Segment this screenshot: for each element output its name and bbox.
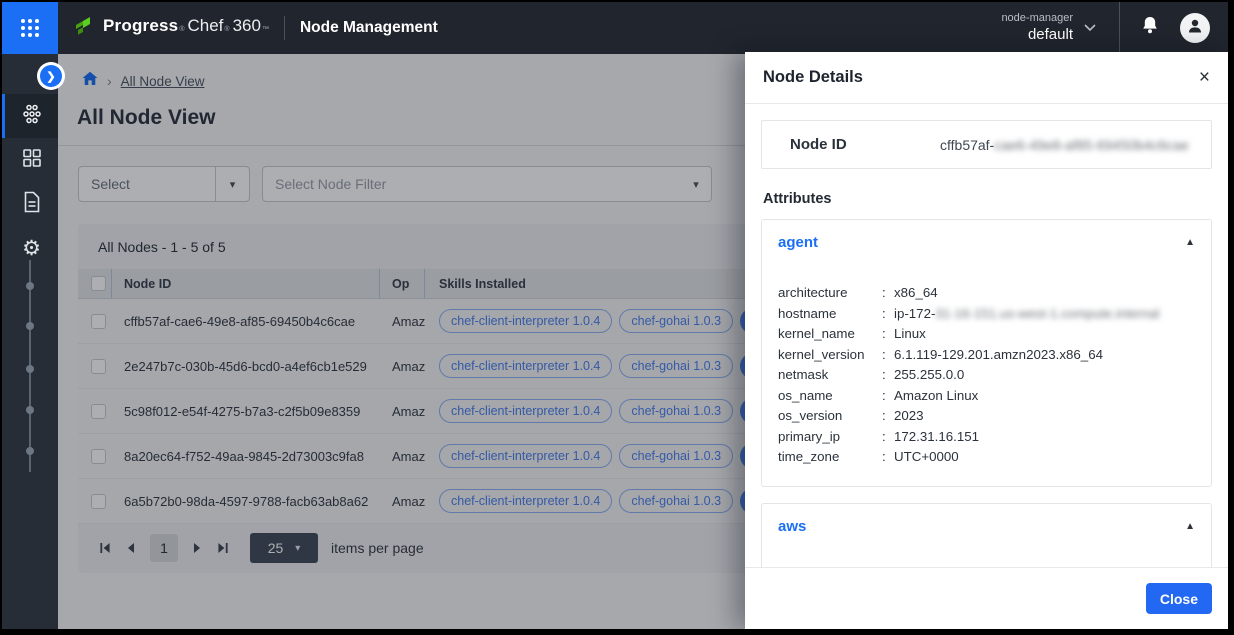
attribute-row: time_zone:UTC+0000: [778, 447, 1195, 468]
attribute-section-agent: agent ▲ architecture:x86_64 hostname:ip-…: [761, 219, 1212, 487]
attr-colon: :: [882, 283, 894, 304]
attr-key: os_version: [778, 406, 882, 427]
app-launcher-button[interactable]: [2, 2, 58, 54]
attr-value: Linux: [894, 324, 926, 345]
close-icon[interactable]: ×: [1199, 68, 1210, 87]
attr-key: netmask: [778, 365, 882, 386]
brand-progress-text: Progress: [103, 16, 178, 36]
topbar-divider: [284, 16, 285, 40]
attribute-row: hostname:ip-172-31-16-151.us-west-1.comp…: [778, 304, 1195, 325]
node-id-field: Node ID cffb57af-cae6-49e8-af85-69450b4c…: [761, 120, 1212, 169]
collapse-caret-icon[interactable]: ▲: [1185, 237, 1195, 248]
attr-value: 2023: [894, 406, 924, 427]
timeline-dot: [26, 282, 34, 290]
progress-chevron-logo-icon: [74, 16, 96, 41]
progress-timeline: [29, 260, 31, 472]
attr-colon: :: [882, 427, 894, 448]
grid-squares-icon: [22, 148, 42, 173]
drawer-title: Node Details: [763, 68, 863, 87]
attr-colon: :: [882, 365, 894, 386]
attr-colon: :: [882, 345, 894, 366]
attr-colon: :: [882, 324, 894, 345]
attribute-row: primary_ip:172.31.16.151: [778, 427, 1195, 448]
app-window: Progress® Chef® 360™ Node Management nod…: [2, 2, 1228, 629]
section-header-agent[interactable]: agent ▲: [778, 234, 1195, 251]
nodes-cluster-icon: [21, 103, 43, 130]
trademark-mark: ™: [262, 26, 269, 33]
attribute-row: os_version:2023: [778, 406, 1195, 427]
timeline-dot: [26, 365, 34, 373]
expand-sidebar-button[interactable]: ❯: [40, 65, 62, 87]
attr-key: architecture: [778, 283, 882, 304]
attr-value: ip-172-31-16-151.us-west-1.compute.inter…: [894, 304, 1159, 325]
drawer-body: Node ID cffb57af-cae6-49e8-af85-69450b4c…: [745, 104, 1228, 567]
attribute-row: os_name:Amazon Linux: [778, 386, 1195, 407]
node-details-drawer: Node Details × Node ID cffb57af-cae6-49e…: [745, 52, 1228, 629]
timeline-dot: [26, 322, 34, 330]
attr-key: primary_ip: [778, 427, 882, 448]
sidebar-item-nodes[interactable]: [2, 94, 58, 138]
sidebar-item-documents[interactable]: [2, 182, 58, 226]
person-icon: [1186, 17, 1204, 40]
node-id-visible-part: cffb57af-: [940, 137, 994, 153]
attr-value: UTC+0000: [894, 447, 959, 468]
drawer-footer: Close: [745, 567, 1228, 629]
attr-value: 6.1.119-129.201.amzn2023.x86_64: [894, 345, 1103, 366]
document-icon: [23, 191, 41, 218]
attr-colon: :: [882, 304, 894, 325]
bell-icon: [1140, 15, 1160, 42]
attr-colon: :: [882, 447, 894, 468]
attr-key: hostname: [778, 304, 882, 325]
screenshot-frame: Progress® Chef® 360™ Node Management nod…: [0, 0, 1234, 635]
node-id-label: Node ID: [790, 136, 940, 153]
user-avatar-button[interactable]: [1180, 13, 1210, 43]
tenant-label: node-manager: [1001, 12, 1073, 26]
top-bar: Progress® Chef® 360™ Node Management nod…: [2, 2, 1228, 54]
attr-key: os_name: [778, 386, 882, 407]
attribute-row: kernel_version:6.1.119-129.201.amzn2023.…: [778, 345, 1195, 366]
close-button[interactable]: Close: [1146, 583, 1212, 614]
attribute-section-aws: aws ▲: [761, 503, 1212, 568]
attr-key: time_zone: [778, 447, 882, 468]
gear-icon: ⚙: [22, 238, 41, 259]
attr-value-visible: ip-172-: [894, 306, 935, 321]
node-id-value: cffb57af-cae6-49e8-af85-69450b4c6cae: [940, 137, 1189, 153]
section-name-agent[interactable]: agent: [778, 234, 818, 251]
attr-colon: :: [882, 406, 894, 427]
tenant-switcher[interactable]: node-manager default: [1001, 12, 1097, 45]
attr-key: kernel_version: [778, 345, 882, 366]
section-name-aws[interactable]: aws: [778, 518, 806, 535]
attr-key: kernel_name: [778, 324, 882, 345]
brand-logo: Progress® Chef® 360™: [74, 16, 269, 41]
attr-value: 172.31.16.151: [894, 427, 979, 448]
chevron-down-icon: [1083, 18, 1097, 38]
attr-value: Amazon Linux: [894, 386, 978, 407]
attribute-row: netmask:255.255.0.0: [778, 365, 1195, 386]
brand-360-text: 360: [233, 16, 261, 36]
timeline-dot: [26, 447, 34, 455]
chevron-right-icon: ❯: [46, 70, 55, 83]
drawer-header: Node Details ×: [745, 52, 1228, 104]
timeline-dot: [26, 406, 34, 414]
registered-mark: ®: [224, 26, 229, 33]
section-header-aws[interactable]: aws ▲: [778, 518, 1195, 535]
tenant-value: default: [1001, 26, 1073, 45]
attr-colon: :: [882, 386, 894, 407]
collapse-caret-icon[interactable]: ▲: [1185, 521, 1195, 532]
agent-attributes-list: architecture:x86_64 hostname:ip-172-31-1…: [778, 283, 1195, 468]
node-id-redacted-part: cae6-49e8-af85-69450b4c6cae: [994, 137, 1189, 153]
attribute-row: kernel_name:Linux: [778, 324, 1195, 345]
sidebar-item-apps[interactable]: [2, 138, 58, 182]
attribute-row: architecture:x86_64: [778, 283, 1195, 304]
left-nav-rail: ❯: [2, 54, 58, 629]
notifications-button[interactable]: [1120, 15, 1180, 42]
app-title: Node Management: [300, 19, 438, 37]
brand-chef-text: Chef: [187, 16, 223, 36]
attr-value: 255.255.0.0: [894, 365, 964, 386]
attributes-heading: Attributes: [763, 191, 1212, 207]
app-launcher-grid-icon: [21, 19, 39, 37]
registered-mark: ®: [179, 26, 184, 33]
attr-value: x86_64: [894, 283, 938, 304]
attr-value-redacted: 31-16-151.us-west-1.compute.internal: [935, 306, 1159, 321]
